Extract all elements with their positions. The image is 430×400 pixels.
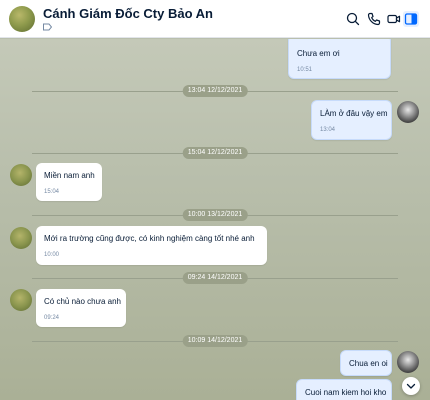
message-bubble[interactable]: Chưa em ơi 10:51 bbox=[288, 39, 391, 79]
message-time: 10:51 bbox=[297, 67, 313, 73]
message-bubble[interactable]: Có chủ nào chưa anh 09:24 bbox=[36, 289, 126, 327]
message-bubble[interactable]: Mới ra trường cũng được, có kinh nghiệm … bbox=[36, 226, 267, 265]
date-separator-label: 09:24 14/12/2021 bbox=[182, 272, 248, 284]
date-separator: 09:24 14/12/2021 bbox=[32, 272, 398, 284]
message-list[interactable]: Chưa em ơi 10:51 13:04 12/12/2021 LÀm ở … bbox=[0, 39, 430, 400]
date-separator-label: 10:09 14/12/2021 bbox=[182, 335, 248, 347]
contact-name[interactable]: Cánh Giám Đốc Cty Bảo An bbox=[43, 6, 213, 21]
scroll-to-bottom-button[interactable] bbox=[402, 377, 420, 395]
my-avatar[interactable] bbox=[397, 101, 419, 123]
message-time: 10:00 bbox=[44, 252, 60, 258]
date-separator: 13:04 12/12/2021 bbox=[32, 85, 398, 97]
message-bubble[interactable]: Chua en oi bbox=[340, 350, 392, 376]
phone-icon[interactable] bbox=[366, 11, 382, 27]
contact-avatar-small[interactable] bbox=[10, 164, 32, 186]
message-text: Mới ra trường cũng được, có kinh nghiệm … bbox=[44, 234, 255, 243]
message-text: Cuoi nam kiem hoi kho bbox=[305, 388, 387, 397]
message-text: Miền nam anh bbox=[44, 171, 95, 180]
date-separator: 15:04 12/12/2021 bbox=[32, 147, 398, 159]
contact-avatar[interactable] bbox=[9, 6, 35, 32]
search-icon[interactable] bbox=[345, 11, 361, 27]
my-avatar[interactable] bbox=[397, 351, 419, 373]
contact-avatar-small[interactable] bbox=[10, 227, 32, 249]
message-text: LÀm ở đâu vậy em bbox=[320, 109, 388, 118]
date-separator-label: 10:00 13/12/2021 bbox=[182, 209, 248, 221]
message-bubble[interactable]: Cuoi nam kiem hoi kho bbox=[296, 379, 392, 400]
date-separator-label: 13:04 12/12/2021 bbox=[182, 85, 248, 97]
message-time: 13:04 bbox=[320, 127, 336, 133]
date-separator: 10:09 14/12/2021 bbox=[32, 335, 398, 347]
message-text: Chua en oi bbox=[349, 359, 388, 368]
message-time: 15:04 bbox=[44, 189, 60, 195]
chat-header: Cánh Giám Đốc Cty Bảo An bbox=[0, 0, 430, 38]
date-separator-label: 15:04 12/12/2021 bbox=[182, 147, 248, 159]
video-icon[interactable] bbox=[386, 11, 402, 27]
sidebar-toggle-icon[interactable] bbox=[403, 11, 419, 27]
message-time: 09:24 bbox=[44, 315, 60, 321]
date-separator: 10:00 13/12/2021 bbox=[32, 209, 398, 221]
message-text: Chưa em ơi bbox=[297, 49, 340, 58]
message-bubble[interactable]: LÀm ở đâu vậy em 13:04 bbox=[311, 100, 392, 140]
chevron-down-icon bbox=[406, 383, 416, 389]
contact-avatar-small[interactable] bbox=[10, 289, 32, 311]
tag-icon[interactable] bbox=[43, 23, 52, 31]
message-text: Có chủ nào chưa anh bbox=[44, 297, 121, 306]
message-bubble[interactable]: Miền nam anh 15:04 bbox=[36, 163, 102, 201]
